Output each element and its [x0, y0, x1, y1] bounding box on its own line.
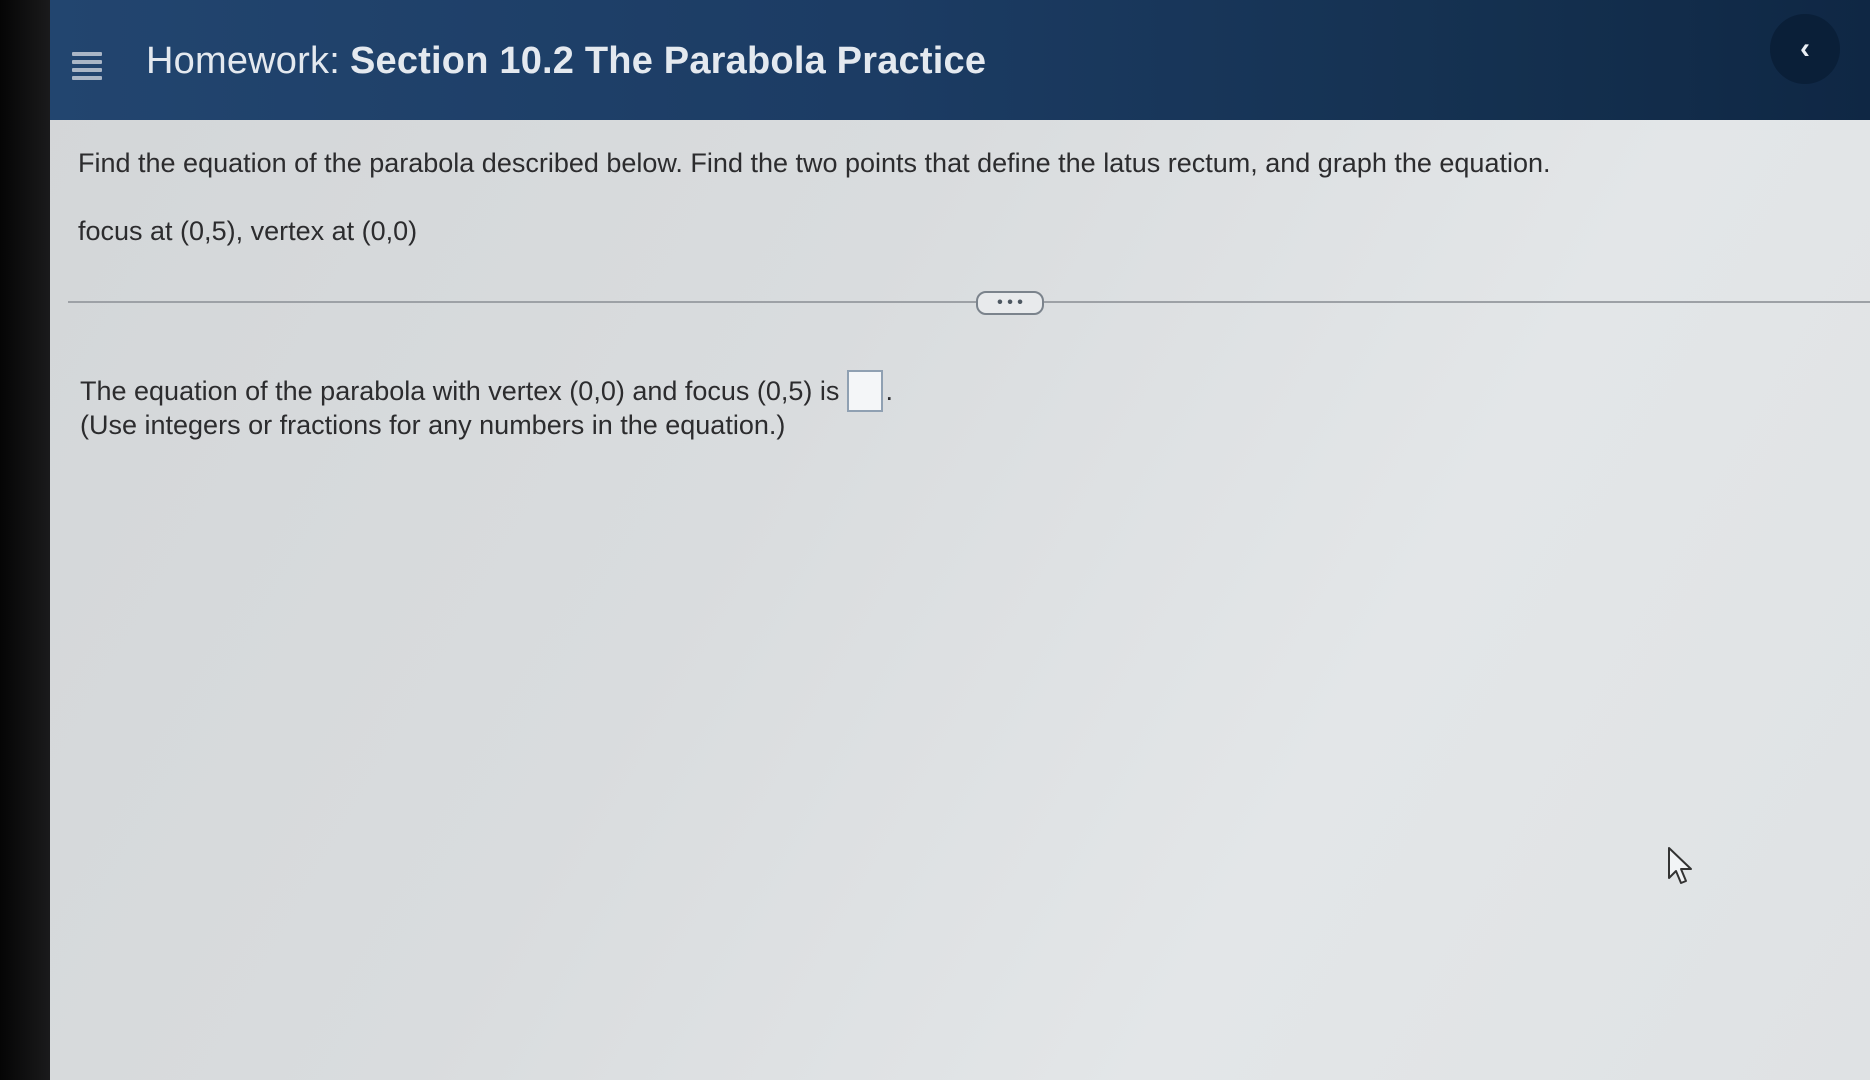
question-instruction: Find the equation of the parabola descri…	[78, 148, 1551, 178]
title-section: Section 10.2 The Parabola Practice	[349, 40, 987, 82]
section-divider	[68, 301, 1870, 303]
equation-answer-input[interactable]	[847, 370, 884, 412]
menu-line	[72, 60, 102, 64]
answer-line: The equation of the parabola with vertex…	[80, 370, 893, 412]
header-bar: Homework: Section 10.2 The Parabola Pract…	[50, 0, 1870, 120]
answer-hint: (Use integers or fractions for any numbe…	[80, 410, 786, 440]
page-title: Homework: Section 10.2 The Parabola Pract…	[146, 40, 986, 83]
menu-line	[72, 68, 102, 72]
answer-prompt: The equation of the parabola with vertex…	[80, 375, 840, 406]
homework-screen: Homework: Section 10.2 The Parabola Pract…	[50, 0, 1870, 1080]
question-given: focus at (0,5), vertex at (0,0)	[78, 216, 418, 246]
more-options-button[interactable]: • • •	[976, 291, 1044, 315]
menu-line	[72, 52, 102, 56]
collapse-panel-button[interactable]: ‹	[1770, 14, 1840, 84]
monitor-bezel	[0, 0, 54, 1080]
mouse-pointer-icon	[1668, 847, 1692, 884]
answer-period: .	[885, 375, 893, 406]
chevron-left-icon: ‹	[1800, 32, 1810, 65]
title-prefix: Homework:	[146, 40, 340, 82]
menu-line	[72, 76, 102, 80]
hamburger-menu-icon[interactable]	[72, 52, 102, 80]
